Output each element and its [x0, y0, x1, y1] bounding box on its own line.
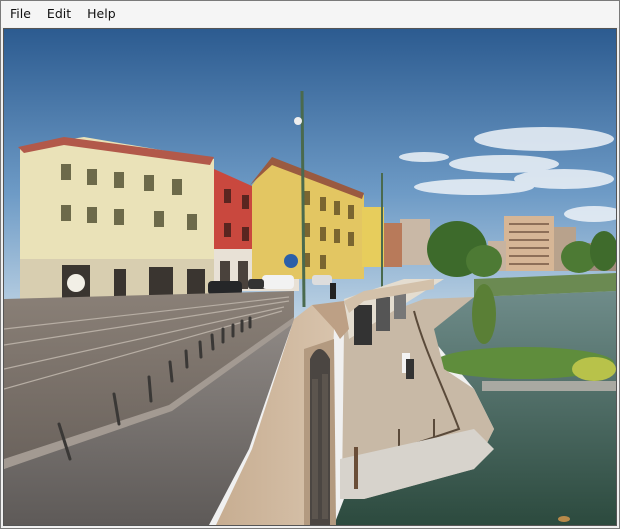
menu-file[interactable]: File	[1, 1, 39, 27]
bank-wall	[482, 381, 616, 391]
street-scene	[4, 29, 616, 525]
street-view-image[interactable]	[3, 28, 617, 526]
duck	[558, 516, 570, 522]
app-window: File Edit Help	[0, 0, 620, 529]
menu-edit[interactable]: Edit	[39, 1, 79, 27]
building-yellow-left	[18, 137, 214, 299]
menu-help[interactable]: Help	[79, 1, 124, 27]
menu-bar: File Edit Help	[1, 1, 619, 27]
